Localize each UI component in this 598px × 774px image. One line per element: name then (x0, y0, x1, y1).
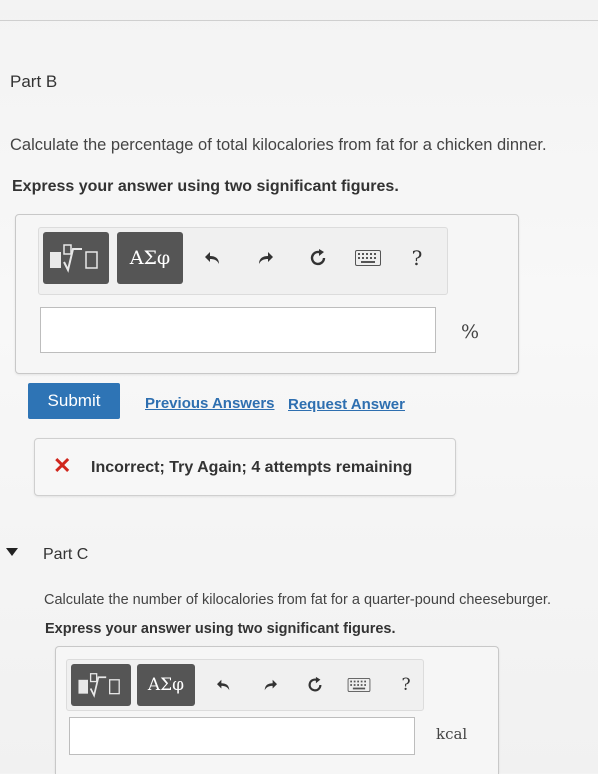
symbols-button[interactable]: ΑΣφ (137, 664, 195, 706)
reset-icon[interactable] (303, 673, 327, 697)
part-b-answer-input[interactable] (40, 307, 436, 353)
help-button[interactable]: ? (405, 244, 429, 272)
feedback-message: Incorrect; Try Again; 4 attempts remaini… (91, 459, 413, 476)
submit-button[interactable]: Submit (28, 383, 120, 419)
reset-icon[interactable] (305, 245, 331, 271)
part-b-title: Part B (10, 72, 58, 91)
redo-icon[interactable] (259, 674, 281, 696)
part-c-instruction: Express your answer using two significan… (45, 621, 396, 637)
request-answer-link[interactable]: Request Answer (288, 396, 405, 413)
keyboard-icon[interactable] (345, 674, 373, 696)
undo-icon[interactable] (213, 674, 235, 696)
top-divider (0, 0, 598, 21)
part-c-title: Part C (43, 546, 89, 563)
part-c-question: Calculate the number of kilocalories fro… (44, 592, 551, 608)
collapse-caret-icon[interactable] (6, 548, 18, 556)
help-button[interactable]: ? (395, 672, 417, 698)
part-c-answer-input[interactable] (69, 717, 415, 755)
part-b-answer-box: ΑΣφ ? % (15, 214, 519, 374)
previous-answers-link[interactable]: Previous Answers (145, 395, 275, 412)
symbols-button[interactable]: ΑΣφ (117, 232, 183, 284)
part-c-unit: kcal (436, 725, 468, 743)
keyboard-icon[interactable] (353, 246, 383, 270)
part-b-instruction: Express your answer using two significan… (12, 178, 399, 195)
part-c-math-toolbar: ΑΣφ ? (66, 659, 424, 711)
part-b-question: Calculate the percentage of total kiloca… (10, 136, 547, 154)
fraction-sqrt-template-icon[interactable] (43, 232, 109, 284)
feedback-box: ✕ Incorrect; Try Again; 4 attempts remai… (34, 438, 456, 496)
part-b-math-toolbar: ΑΣφ ? (38, 227, 448, 295)
x-icon: ✕ (53, 453, 72, 478)
fraction-sqrt-template-icon[interactable] (71, 664, 131, 706)
part-b-unit: % (461, 321, 480, 343)
part-c-answer-box: ΑΣφ ? kcal (55, 646, 499, 774)
undo-icon[interactable] (201, 246, 225, 270)
redo-icon[interactable] (253, 246, 277, 270)
